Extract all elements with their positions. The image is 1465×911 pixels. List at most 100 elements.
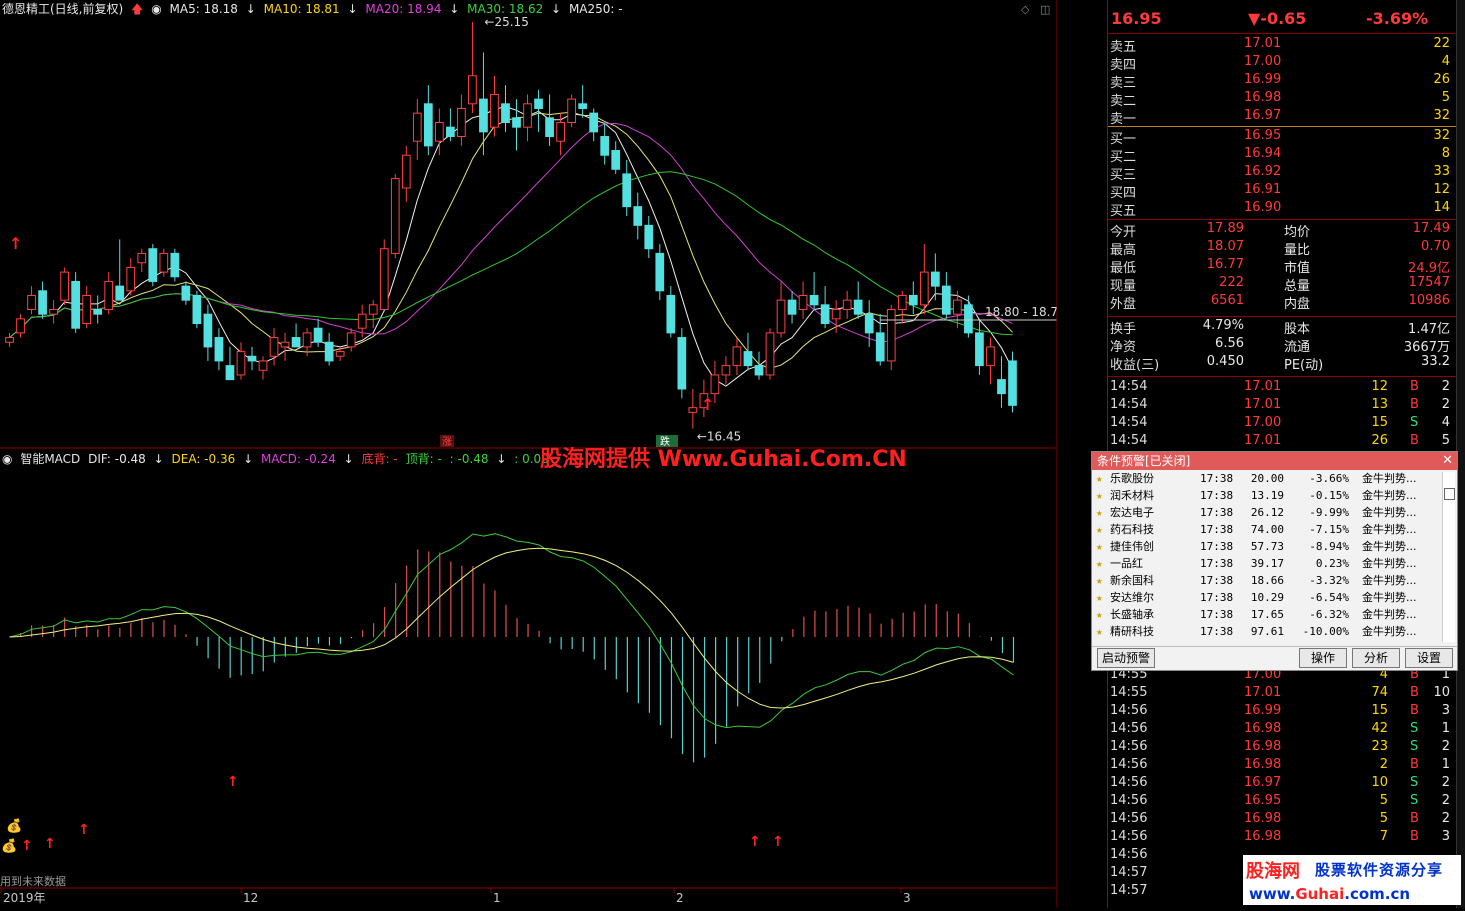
ask-label: 卖三	[1110, 76, 1137, 91]
start-alert-button[interactable]: 启动预警	[1097, 648, 1155, 668]
alert-pct: -0.15%	[1309, 489, 1349, 502]
alert-row[interactable]: ★ 乐歌股份 17:38 20.00 -3.66% 金牛判势...	[1092, 470, 1440, 487]
tick-time: 14:56	[1110, 739, 1148, 754]
alert-row[interactable]: ★ 捷佳伟创 17:38 57.73 -8.94% 金牛判势...	[1092, 538, 1440, 555]
alert-row[interactable]: ★ 长盛轴承 17:38 17.65 -6.32% 金牛判势...	[1092, 606, 1440, 623]
candle-down	[611, 150, 621, 170]
tick-time: 14:57	[1110, 883, 1148, 898]
alert-time: 17:38	[1200, 489, 1234, 502]
diamond-icon[interactable]: ◇	[1021, 3, 1029, 16]
panel-row: 换手 4.79% 股本 1.47亿	[1108, 318, 1456, 337]
candle-down	[247, 355, 257, 362]
macd-indicator-name[interactable]: 智能MACD	[20, 452, 80, 466]
settings-button[interactable]: 设置	[1405, 648, 1453, 668]
tick-price: 16.95	[1244, 793, 1282, 808]
tick-count: 1	[1441, 721, 1450, 736]
tick-time: 14:55	[1110, 685, 1148, 700]
panel-row: 14:54 17.01 12 B 2	[1108, 379, 1456, 397]
alert-star-icon: ★	[1096, 506, 1103, 519]
stat-label: 现量	[1110, 279, 1137, 294]
analyze-button[interactable]: 分析	[1352, 648, 1400, 668]
alert-star-icon: ★	[1096, 540, 1103, 553]
tick-time: 14:54	[1110, 397, 1148, 412]
candle-up	[556, 122, 565, 142]
alert-list[interactable]: ★ 乐歌股份 17:38 20.00 -3.66% 金牛判势... ★ 润禾材料 17:38 13…	[1092, 470, 1457, 640]
candle-up	[390, 178, 400, 254]
alert-pct: -6.54%	[1309, 591, 1349, 604]
alert-row[interactable]: ★ 安达维尔 17:38 10.29 -6.54% 金牛判势...	[1092, 589, 1440, 606]
kline-chart-area[interactable]: ↑↑↑↑↑↑💰💰 25.0024.0023.0022.0021.0020.001…	[0, 0, 1107, 908]
alert-row[interactable]: ★ 精研科技 17:38 97.61 -10.00% 金牛判势...	[1092, 623, 1440, 640]
candle-down	[214, 337, 224, 362]
candle-up	[137, 252, 147, 264]
alert-row[interactable]: ★ 药石科技 17:38 74.00 -7.15% 金牛判势...	[1092, 521, 1440, 538]
tick-time: 14:56	[1110, 721, 1148, 736]
stat-label: 外盘	[1110, 297, 1137, 312]
alert-row[interactable]: ★ 润禾材料 17:38 13.19 -0.15% 金牛判势...	[1092, 487, 1440, 504]
macd-settings-icon[interactable]: ◉	[2, 452, 12, 466]
ask-price: 16.98	[1244, 90, 1282, 105]
alert-stock-name: 捷佳伟创	[1110, 540, 1154, 553]
tick-side: B	[1410, 379, 1419, 394]
candle-down	[313, 327, 323, 343]
tick-time: 14:56	[1110, 703, 1148, 718]
panel-row: 今开 17.89 均价 17.49	[1108, 221, 1456, 240]
bid-volume: 32	[1433, 128, 1450, 143]
candle-up	[457, 107, 466, 138]
alert-row[interactable]: ★ 宏达电子 17:38 26.12 -9.99% 金牛判势...	[1092, 504, 1440, 521]
alert-price: 20.00	[1250, 472, 1284, 485]
stock-title[interactable]: 德恩精工(日线,前复权)	[2, 2, 123, 16]
stat-label: 流通	[1284, 340, 1311, 355]
candle-down	[655, 252, 665, 292]
panel-row: 14:56 16.95 5 S 2	[1108, 793, 1456, 811]
panel-row: 最高 18.07 量比 0.70	[1108, 239, 1456, 258]
candle-up	[688, 407, 698, 413]
candle-up	[842, 299, 852, 310]
tick-time: 14:54	[1110, 379, 1148, 394]
tick-side: B	[1410, 397, 1419, 412]
alert-checkbox[interactable]	[1444, 488, 1455, 500]
panel-row: 买三 16.92 33	[1108, 164, 1456, 183]
alert-scrollbar[interactable]	[1442, 472, 1455, 642]
alert-star-icon: ★	[1096, 625, 1103, 638]
condition-alert-dialog[interactable]: 条件预警[已关闭] ✕ ★ 乐歌股份 17:38 20.00 -3.66% 金牛判势...…	[1091, 451, 1458, 671]
alert-price: 26.12	[1250, 506, 1284, 519]
candle-up	[886, 309, 896, 362]
alert-stock-name: 药石科技	[1110, 523, 1154, 536]
close-icon[interactable]: ✕	[1442, 452, 1453, 470]
panel-row: 卖一 16.97 32	[1108, 108, 1456, 127]
ma30-label: MA30: 18.62	[467, 2, 544, 16]
candle-down	[446, 126, 455, 138]
alert-row[interactable]: ★ 一品红 17:38 39.17 0.23% 金牛判势...	[1092, 555, 1440, 572]
time-axis-label: 3	[903, 891, 911, 905]
alert-condition: 金牛判势...	[1362, 489, 1417, 502]
candle-down	[908, 294, 918, 306]
alert-time: 17:38	[1200, 523, 1234, 536]
window-toggle-icon[interactable]: ◫	[1040, 3, 1050, 16]
operate-button[interactable]: 操作	[1299, 648, 1347, 668]
settings-circle-icon[interactable]: ◉	[151, 2, 161, 16]
stat-value: 17547	[1408, 275, 1450, 290]
alert-price: 74.00	[1250, 523, 1284, 536]
panel-row: 现量 222 总量 17547	[1108, 275, 1456, 294]
stat-label: 净资	[1110, 340, 1137, 355]
tick-price: 17.01	[1244, 685, 1282, 700]
tick-time: 14:56	[1110, 829, 1148, 844]
alert-title-bar[interactable]: 条件预警[已关闭] ✕	[1092, 452, 1457, 470]
stat-value: 1.47亿	[1408, 322, 1450, 337]
candle-down	[622, 173, 632, 208]
candle-up	[721, 365, 731, 376]
panel-row: 14:54 17.01 13 B 2	[1108, 397, 1456, 415]
candle-up	[710, 374, 720, 395]
tick-count: 4	[1441, 415, 1450, 430]
bid-label: 买三	[1110, 168, 1137, 183]
alert-row[interactable]: ★ 新余国科 17:38 18.66 -3.32% 金牛判势...	[1092, 572, 1440, 589]
candle-up	[953, 299, 962, 315]
time-axis-label: 2	[676, 891, 684, 905]
logo-slogan: 股票软件资源分享	[1315, 861, 1444, 879]
stat-value: 6.56	[1215, 336, 1244, 351]
candle-up	[60, 271, 69, 301]
ask-volume: 4	[1441, 54, 1450, 69]
alert-stock-name: 乐歌股份	[1110, 472, 1154, 485]
stat-value: 17.49	[1412, 221, 1450, 236]
